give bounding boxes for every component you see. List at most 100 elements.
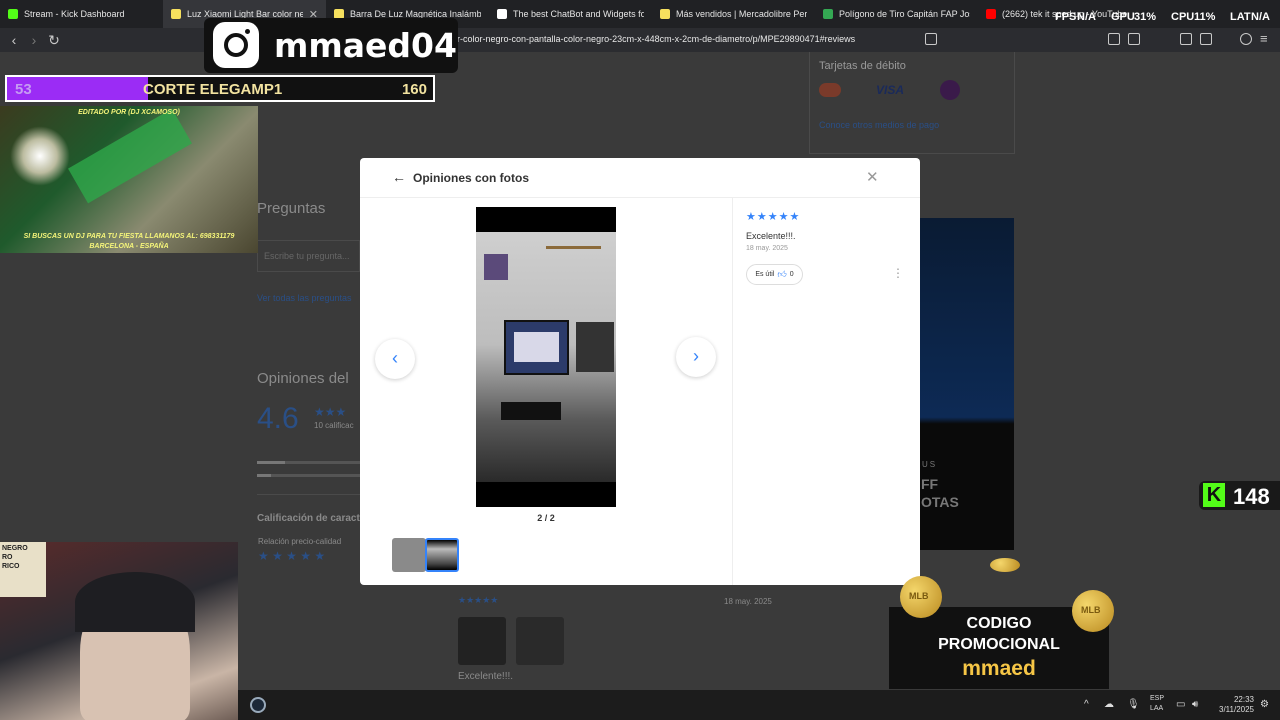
thumbs-up-icon: 👍︎: [777, 269, 787, 279]
sidebar-icon[interactable]: [1180, 33, 1192, 45]
vpn-icon[interactable]: [1240, 33, 1252, 45]
forward-icon[interactable]: ›: [24, 32, 44, 48]
next-photo-button[interactable]: ›: [676, 337, 716, 377]
wallet-icon[interactable]: [1200, 33, 1212, 45]
network-icon[interactable]: ▭: [1176, 699, 1185, 710]
hud-gpu-label: GPU: [1111, 11, 1135, 23]
instagram-handle: mmaed04: [274, 26, 457, 65]
price-quality-label: Relación precio-calidad: [258, 537, 342, 546]
rating-count: 10 calificac: [314, 421, 354, 430]
visa-logo: VISA: [876, 83, 905, 97]
review-date-bg: 18 may. 2025: [724, 597, 772, 606]
rating-value: 4.6: [257, 402, 299, 435]
review-date: 18 may. 2025: [746, 245, 788, 252]
coin-icon: [990, 558, 1020, 572]
dj-video: EDITADO POR (DJ XCAMOSO) SI BUSCAS UN DJ…: [0, 106, 258, 253]
payment-link[interactable]: Conoce otros medios de pago: [819, 120, 939, 130]
browser-tab[interactable]: Polígono de Tiro Capitán FAP José A: [815, 0, 978, 28]
webcam-sign: NEGRO RO RICO: [0, 542, 46, 597]
hud-lat-label: LAT: [1230, 11, 1251, 23]
url-text[interactable]: ar-color-negro-con-pantalla-color-negro-…: [452, 34, 855, 44]
video-caption-location: BARCELONA - ESPAÑA: [89, 243, 169, 250]
share-icon[interactable]: [925, 33, 937, 45]
prev-photo-button[interactable]: ‹: [375, 339, 415, 379]
taskbar: [238, 690, 1280, 720]
useful-button[interactable]: Es útil 👍︎ 0: [746, 264, 803, 285]
tab-favicon-icon: [171, 9, 181, 19]
steam-icon[interactable]: [250, 697, 266, 713]
review-stars-bg: ★★★★★: [458, 595, 499, 605]
photo-thumbnail-active[interactable]: [425, 538, 459, 572]
volume-icon[interactable]: 🔊︎: [1192, 699, 1198, 710]
photo-counter: 2 / 2: [537, 513, 555, 523]
clock-date[interactable]: 3/11/2025: [1208, 705, 1254, 714]
menu-icon[interactable]: ≡: [1260, 31, 1268, 46]
goal-progress-bar: 53 CORTE ELEGAMP1 160: [5, 75, 435, 102]
tab-favicon-icon: [8, 9, 18, 19]
questions-input[interactable]: Escribe tu pregunta...: [257, 240, 360, 272]
tab-title: Más vendidos | Mercadolibre Peru: [676, 9, 807, 19]
tab-favicon-icon: [823, 9, 833, 19]
review-text-bg: Excelente!!!.: [458, 671, 514, 682]
review-photo-bg[interactable]: [458, 617, 506, 665]
coin-label: MLB: [1081, 605, 1101, 615]
review-photo-bg[interactable]: [516, 617, 564, 665]
tab-favicon-icon: [660, 9, 670, 19]
questions-link[interactable]: Ver todas las preguntas: [257, 293, 352, 303]
hud-gpu-value: 31%: [1134, 11, 1157, 23]
tab-favicon-icon: [986, 9, 996, 19]
browser-tab[interactable]: Stream - Kick Dashboard: [0, 0, 163, 28]
characteristics-heading: Calificación de caract: [257, 513, 360, 524]
clock-time[interactable]: 22:33: [1218, 695, 1254, 704]
chevron-up-icon[interactable]: ^: [1084, 699, 1089, 710]
instagram-badge: mmaed04: [204, 18, 458, 73]
streamer-webcam: NEGRO RO RICO: [0, 542, 238, 720]
coin-label: MLB: [909, 591, 929, 601]
back-icon[interactable]: ‹: [4, 32, 24, 48]
notifications-icon[interactable]: ⚙: [1260, 699, 1269, 710]
modal-divider: [732, 198, 733, 585]
review-photo: [476, 207, 616, 507]
tab-favicon-icon: [497, 9, 507, 19]
screenshot-icon[interactable]: [1128, 33, 1140, 45]
microphone-icon[interactable]: 🎙︎: [1127, 699, 1140, 710]
kick-viewer-count: 148: [1233, 484, 1270, 509]
hud-cpu-value: 11%: [1194, 11, 1216, 23]
photo-content: [476, 232, 616, 482]
goal-target: 160: [401, 81, 427, 98]
useful-count: 0: [789, 271, 794, 278]
more-options-icon[interactable]: ⋮: [892, 266, 904, 280]
video-caption-bottom: SI BUSCAS UN DJ PARA TU FIESTA LLAMANOS …: [23, 233, 235, 240]
browser-tab[interactable]: The best ChatBot and Widgets for K: [489, 0, 652, 28]
card-icon: [940, 80, 960, 100]
coin-icon: MLB: [900, 576, 942, 618]
cloud-icon[interactable]: ☁: [1104, 699, 1114, 710]
ad-text: US: [922, 460, 938, 469]
video-caption-top: EDITADO POR (DJ XCAMOSO): [78, 109, 180, 116]
useful-label: Es útil: [755, 271, 775, 278]
back-arrow-icon[interactable]: ←: [392, 169, 406, 185]
instagram-icon: [213, 22, 259, 68]
extensions-icon[interactable]: [1108, 33, 1120, 45]
keyboard-layout[interactable]: LAA: [1150, 705, 1163, 712]
hud-fps-value: N/A: [1077, 11, 1096, 23]
ad-text: FF: [921, 476, 939, 492]
rating-stars: ★★★: [314, 405, 347, 419]
browser-tab[interactable]: Más vendidos | Mercadolibre Peru: [652, 0, 815, 28]
kick-viewer-counter: K 148: [1199, 481, 1280, 510]
questions-placeholder: Escribe tu pregunta...: [264, 251, 350, 261]
hud-cpu-label: CPU: [1171, 11, 1195, 23]
keyboard-language[interactable]: ESP: [1150, 695, 1164, 702]
rating-bar: [257, 461, 360, 464]
tab-title: Stream - Kick Dashboard: [24, 9, 125, 19]
ad-text: OTAS: [921, 494, 959, 510]
rating-divider: [257, 494, 360, 495]
reload-icon[interactable]: ↻: [44, 32, 64, 49]
coin-icon: MLB: [1072, 590, 1114, 632]
close-icon[interactable]: ✕: [866, 168, 879, 186]
promo-line-2: PROMOCIONAL: [938, 636, 1060, 653]
photo-thumbnail[interactable]: [392, 538, 426, 572]
kick-logo-icon: K: [1203, 483, 1225, 507]
goal-label: CORTE ELEGAMP1: [143, 81, 283, 98]
review-title: Excelente!!!.: [746, 231, 796, 241]
